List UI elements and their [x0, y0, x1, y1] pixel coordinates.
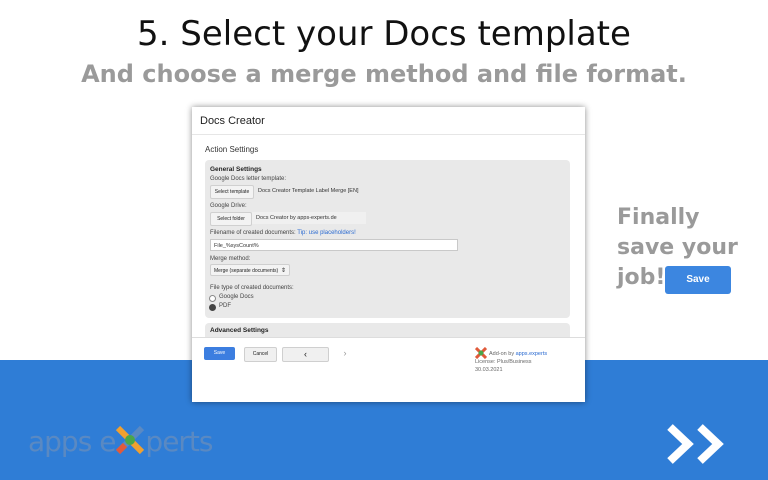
logo-text-right: perts: [145, 425, 213, 458]
section-title: Action Settings: [205, 145, 259, 154]
finally-line-1: Finally: [617, 205, 700, 230]
save-button[interactable]: Save: [665, 266, 731, 294]
filename-label: Filename of created documents: Tip: use …: [210, 230, 356, 236]
license-date: 30.03.2021: [475, 367, 503, 373]
select-template-button[interactable]: Select template: [210, 185, 254, 199]
template-label: Google Docs letter template:: [210, 176, 287, 182]
placeholders-tip-link[interactable]: Tip: use placeholders!: [297, 230, 355, 236]
dialog-cancel-button[interactable]: Cancel: [244, 347, 277, 362]
x-logo-icon: [116, 425, 145, 455]
merge-method-select[interactable]: Merge (separate documents) ⇕: [210, 264, 290, 276]
double-chevron-right-icon[interactable]: [666, 423, 740, 465]
merge-method-label: Merge method:: [210, 256, 251, 262]
radio-pdf-label: PDF: [219, 303, 231, 309]
next-button[interactable]: ›: [331, 347, 359, 360]
advanced-settings-panel[interactable]: Advanced Settings: [205, 323, 570, 337]
previous-button[interactable]: ‹: [282, 347, 329, 362]
drive-label: Google Drive:: [210, 203, 247, 209]
merge-method-value: Merge (separate documents): [214, 268, 279, 274]
apps-experts-logo: apps e perts: [28, 425, 214, 458]
logo-text-left: apps e: [28, 425, 116, 458]
page-title: 5. Select your Docs template: [137, 14, 631, 54]
license-text: License: Plus/Business: [475, 359, 532, 365]
finally-line-2: save your: [617, 235, 738, 260]
general-settings-panel: General Settings Google Docs letter temp…: [205, 160, 570, 318]
filename-input[interactable]: File_%sysCount%: [210, 239, 458, 251]
radio-pdf[interactable]: [209, 304, 216, 311]
advanced-settings-heading: Advanced Settings: [210, 327, 269, 334]
addon-prefix: Add-on by: [489, 351, 515, 357]
general-settings-heading: General Settings: [210, 166, 262, 173]
addon-line: Add-on by apps.experts: [475, 350, 547, 358]
select-arrows-icon: ⇕: [280, 268, 286, 274]
radio-google-docs[interactable]: [209, 295, 216, 302]
template-value: Docs Creator Template Label Merge [EN]: [258, 188, 359, 194]
docs-creator-dialog: Docs Creator Action Settings General Set…: [192, 107, 585, 402]
divider: [192, 134, 585, 135]
footer-divider: [192, 337, 585, 338]
select-folder-button[interactable]: Select folder: [210, 212, 252, 226]
radio-google-docs-label: Google Docs: [219, 294, 254, 300]
folder-value: Docs Creator by apps-experts.de: [252, 212, 366, 224]
page-subtitle: And choose a merge method and file forma…: [81, 60, 687, 88]
dialog-save-button[interactable]: Save: [204, 347, 235, 360]
filename-label-text: Filename of created documents:: [210, 230, 296, 236]
addon-info: Add-on by apps.experts License: Plus/Bus…: [475, 347, 547, 373]
filetype-label: File type of created documents:: [210, 285, 294, 291]
addon-link[interactable]: apps.experts: [516, 351, 548, 357]
dialog-title: Docs Creator: [200, 115, 265, 127]
